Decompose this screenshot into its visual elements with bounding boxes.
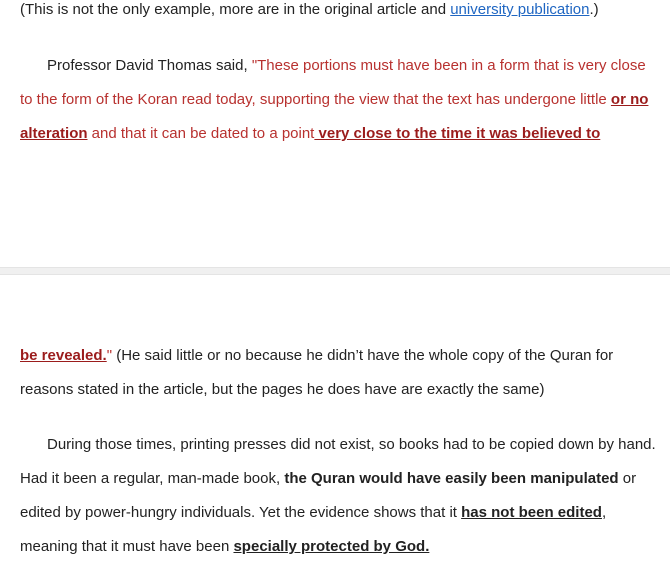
conclusion-bold-not-edited: has not been edited [461,504,602,521]
conclusion-bold-manipulated: the Quran would have easily been manipul… [284,470,619,487]
page-break [0,267,670,275]
conclusion-bold-protected: specially protected by God. [233,538,430,555]
quote-intro: Professor David Thomas said, [47,57,252,74]
intro-note-text: (This is not the only example, more are … [20,1,451,18]
quote-continuation: be revealed." (He said little or no beca… [20,339,656,407]
university-publication-link[interactable]: university publication [450,1,589,18]
conclusion-paragraph: During those times, printing presses did… [20,428,656,564]
quote-paragraph: Professor David Thomas said, "These port… [20,49,656,151]
intro-note: (This is not the only example, more are … [20,0,656,27]
intro-note-end: .) [589,1,599,18]
quote-text-mid: and that it can be dated to a point [87,125,315,142]
quote-emphasis-revealed: be revealed. [20,347,107,364]
quote-emphasis-time: very close to the time it was believed t… [314,125,601,142]
